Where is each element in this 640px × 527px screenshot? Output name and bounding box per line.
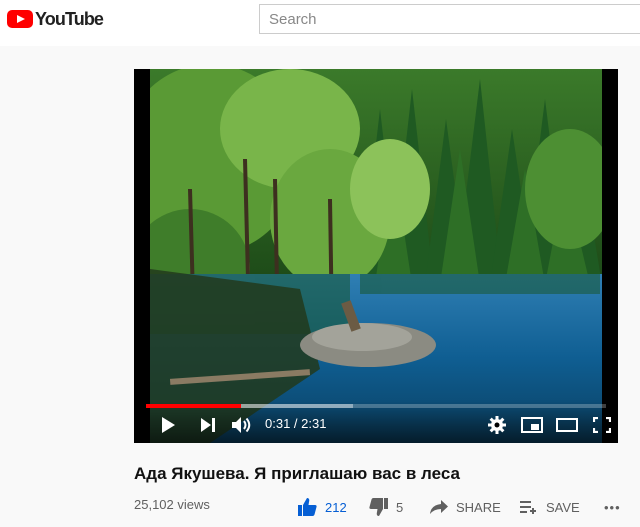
search-input[interactable] (259, 4, 640, 34)
forest-lake-thumbnail (150, 69, 602, 443)
more-button[interactable]: ••• (604, 497, 621, 517)
miniplayer-button[interactable] (520, 414, 544, 436)
video-player[interactable]: 0:31 / 2:31 (134, 69, 618, 443)
save-button[interactable]: SAVE (520, 497, 580, 517)
youtube-logo[interactable]: YouTube (7, 8, 104, 29)
save-label: SAVE (546, 499, 580, 515)
theater-button[interactable] (555, 414, 579, 436)
settings-button[interactable] (487, 414, 507, 436)
like-button[interactable]: 212 (298, 497, 347, 517)
dislike-count: 5 (396, 499, 404, 515)
video-title: Ада Якушева. Я приглашаю вас в леса (134, 464, 460, 483)
fullscreen-button[interactable] (592, 414, 612, 436)
play-button[interactable] (158, 414, 178, 436)
miniplayer-icon (521, 417, 543, 433)
fullscreen-icon (593, 417, 611, 433)
view-count: 25,102 views (134, 497, 210, 512)
masthead: YouTube (0, 0, 640, 46)
play-icon (162, 417, 175, 433)
settings-icon (488, 416, 506, 434)
theater-icon (556, 418, 578, 432)
progress-played (146, 404, 241, 408)
next-icon (201, 418, 215, 432)
volume-icon (232, 417, 251, 433)
progress-bar[interactable] (146, 404, 606, 408)
video-frame[interactable] (150, 69, 602, 443)
logo-text: YouTube (35, 8, 104, 29)
time-display: 0:31 / 2:31 (265, 416, 327, 431)
dislike-button[interactable]: 5 (369, 497, 403, 517)
save-icon (520, 501, 536, 514)
youtube-logo-icon (7, 10, 33, 28)
thumbs-down-icon (369, 498, 388, 516)
share-label: SHARE (456, 499, 501, 515)
thumbs-up-icon (298, 498, 317, 516)
next-button[interactable] (198, 414, 218, 436)
volume-button[interactable] (231, 414, 253, 436)
like-count: 212 (325, 499, 347, 515)
share-icon (430, 500, 448, 514)
more-icon: ••• (604, 499, 621, 515)
share-button[interactable]: SHARE (430, 497, 501, 517)
